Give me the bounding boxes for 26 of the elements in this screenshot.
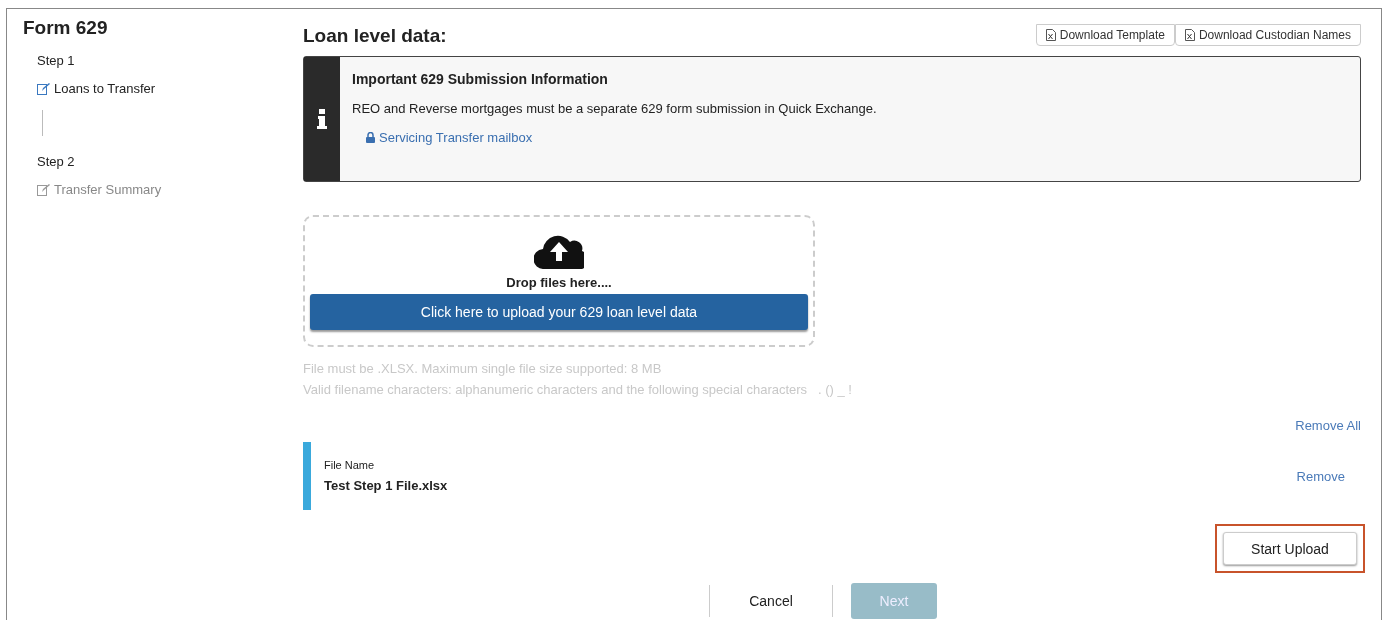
drop-zone[interactable]: Drop files here.... Click here to upload your 629 loan level data — [303, 215, 815, 347]
spreadsheet-icon — [1184, 29, 1195, 41]
notice-text: REO and Reverse mortgages must be a separate 629 form submission in Quick Exchange. — [352, 101, 877, 116]
form-title: Form 629 — [23, 17, 109, 39]
edit-icon — [37, 183, 50, 196]
remove-all-link[interactable]: Remove All — [1295, 418, 1361, 433]
upload-button[interactable]: Click here to upload your 629 loan level data — [310, 294, 808, 330]
spreadsheet-icon — [1045, 29, 1056, 41]
drop-prompt: Drop files here.... — [506, 275, 612, 290]
step-link[interactable]: Loans to Transfer — [37, 81, 156, 96]
cancel-button[interactable]: Cancel — [728, 583, 814, 619]
info-icon — [317, 109, 327, 129]
remove-link[interactable]: Remove — [1296, 468, 1345, 484]
download-button[interactable]: Download Custodian Names — [1174, 24, 1361, 46]
download-button[interactable]: Download Template — [1035, 24, 1175, 46]
step-label: Step 2 — [37, 154, 75, 169]
section-title: Loan level data: — [303, 25, 447, 47]
edit-icon — [37, 82, 50, 95]
cloud-upload-icon — [534, 233, 584, 269]
step-label: Step 1 — [37, 53, 75, 68]
notice-title: Important 629 Submission Information — [352, 71, 608, 87]
file-label: File Name — [324, 459, 375, 471]
mailbox-link[interactable]: Servicing Transfer mailbox — [366, 130, 533, 145]
lock-icon — [366, 132, 375, 143]
start-upload-button[interactable]: Start Upload — [1223, 532, 1357, 565]
file-name: Test Step 1 File.xlsx — [324, 478, 448, 493]
